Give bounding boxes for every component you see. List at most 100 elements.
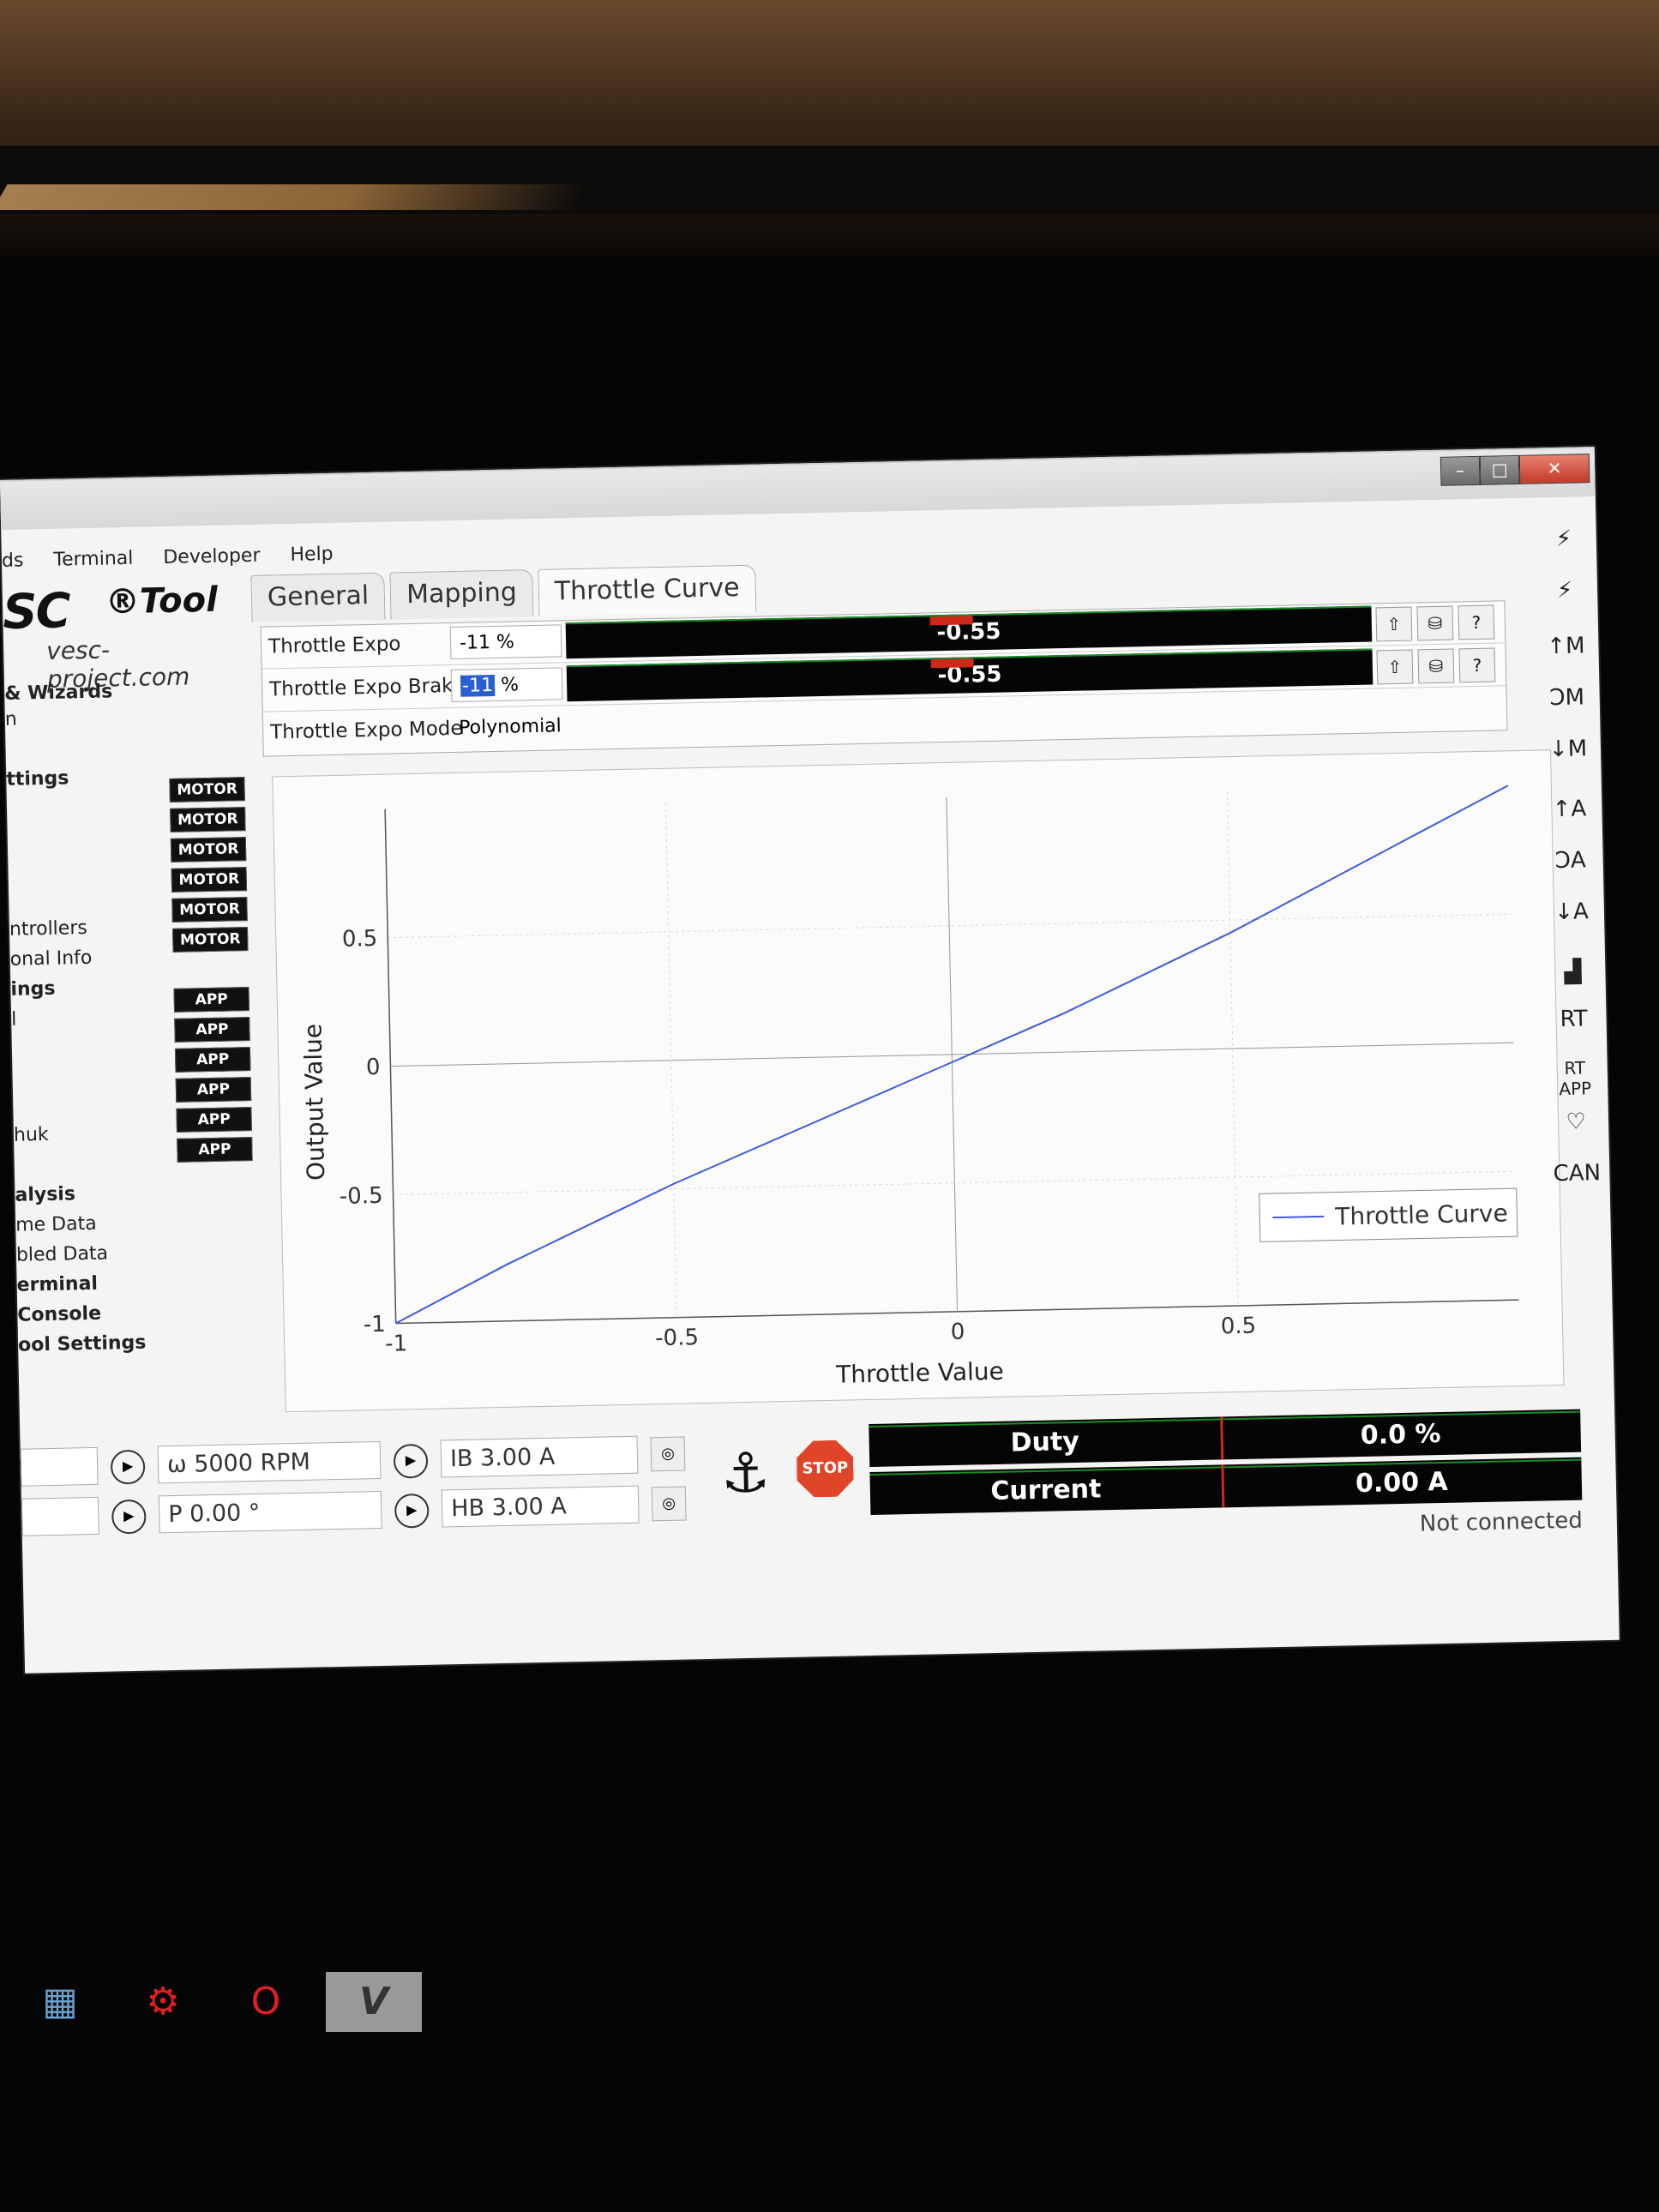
- calculator-icon[interactable]: ▦: [30, 1972, 90, 2032]
- title-bar: – □ ✕: [0, 448, 1596, 530]
- param-label: Throttle Expo Mode: [269, 717, 463, 744]
- sidebar-item-analysis[interactable]: alysis: [15, 1183, 75, 1205]
- sidebar-item-wizards[interactable]: & Wizards: [4, 681, 112, 705]
- sidebar-item-terminal[interactable]: erminal: [16, 1273, 98, 1296]
- app-badge: APP: [174, 1017, 250, 1043]
- play-icon[interactable]: ▶: [111, 1499, 147, 1535]
- app-badge: APP: [174, 1047, 251, 1073]
- tab-general[interactable]: General: [250, 572, 386, 622]
- y-tick-label: -1: [363, 1312, 386, 1338]
- motor-badge: MOTOR: [170, 837, 247, 863]
- write-app-config-icon[interactable]: ↓A: [1544, 899, 1600, 925]
- realtime-icon[interactable]: RT: [1546, 1006, 1602, 1032]
- connection-status: Not connected: [1419, 1507, 1584, 1537]
- write-motor-config-icon[interactable]: ↓M: [1541, 736, 1596, 762]
- opera-icon[interactable]: O: [236, 1972, 296, 2032]
- throttle-params-table: Throttle Expo -11 % -0.55 ⇧ ⛁ ? Throttle…: [260, 600, 1508, 757]
- y-tick-label: 0: [366, 1055, 381, 1080]
- upload-icon[interactable]: ⇧: [1376, 649, 1414, 685]
- current-value: 0.00 A: [1355, 1466, 1449, 1500]
- current-label: Current: [990, 1474, 1102, 1507]
- minimize-icon[interactable]: –: [1440, 455, 1481, 486]
- ib-spinbox[interactable]: IB 3.00 A: [440, 1435, 639, 1478]
- app-logo: SC ®Tool vesc-project.com: [2, 580, 236, 694]
- connect-icon[interactable]: ⚡: [1536, 526, 1592, 552]
- maximize-icon[interactable]: □: [1479, 454, 1520, 485]
- play-icon[interactable]: ▶: [393, 1443, 429, 1479]
- duty-label: Duty: [1010, 1426, 1080, 1458]
- motor-badge: MOTOR: [171, 867, 248, 893]
- x-tick-label: -1: [385, 1331, 408, 1357]
- position-spinbox[interactable]: P 0.00 °: [158, 1490, 382, 1534]
- read-app-config-icon[interactable]: ↑A: [1542, 796, 1597, 822]
- read-motor-config-icon[interactable]: ↑M: [1538, 633, 1594, 659]
- selected-text: -11: [460, 674, 496, 697]
- throttle-expo-brake-spinbox[interactable]: -11 %: [450, 667, 563, 703]
- sidebar-item-n[interactable]: n: [5, 709, 17, 730]
- expo-mode-select[interactable]: Polynomial: [452, 703, 888, 745]
- app-badge: APP: [173, 987, 250, 1013]
- sidebar-item-tool-settings[interactable]: ool Settings: [18, 1332, 147, 1356]
- play-icon[interactable]: ▶: [110, 1449, 146, 1485]
- motor-badge: MOTOR: [170, 807, 246, 833]
- sidebar-item-app-settings[interactable]: ings: [10, 978, 56, 1001]
- tab-mapping[interactable]: Mapping: [389, 569, 534, 620]
- sidebar-item-motor-settings[interactable]: ttings: [6, 767, 69, 790]
- help-icon[interactable]: ?: [1458, 604, 1495, 640]
- menu-item-help[interactable]: Help: [290, 544, 334, 566]
- chart-ticks: -1 -0.5 0 0.5 -1 -0.5 0 0.5: [340, 926, 1257, 1357]
- y-tick-label: -0.5: [340, 1183, 383, 1210]
- anchor-icon[interactable]: ⚓: [706, 1434, 785, 1513]
- brake-icon[interactable]: ◎: [650, 1436, 686, 1472]
- heart-icon[interactable]: ♡: [1548, 1109, 1604, 1135]
- menu-item-terminal[interactable]: Terminal: [53, 548, 133, 571]
- chart-legend: Throttle Curve: [1259, 1187, 1518, 1242]
- motor-badge: MOTOR: [171, 897, 248, 923]
- vesc-taskbar-icon[interactable]: V: [326, 1972, 422, 2032]
- duty-value: 0.0 %: [1360, 1419, 1441, 1452]
- help-icon[interactable]: ?: [1458, 647, 1496, 683]
- app-badge: APP: [177, 1137, 253, 1163]
- vesc-tool-window: – □ ✕ ds Terminal Developer Help SC ®Too…: [0, 447, 1620, 1674]
- rpm-spinbox[interactable]: ω 5000 RPM: [157, 1440, 382, 1484]
- tab-bar: General Mapping Throttle Curve: [250, 564, 761, 622]
- unit-text: %: [494, 674, 520, 696]
- app-badge: APP: [176, 1107, 252, 1133]
- handbrake-icon[interactable]: ◎: [651, 1486, 687, 1522]
- play-icon[interactable]: ▶: [394, 1493, 430, 1529]
- sidebar: & Wizards n ttings ntrollers onal Info i…: [4, 678, 278, 1455]
- defaults-icon[interactable]: ⛁: [1417, 648, 1455, 684]
- motor-badge: MOTOR: [169, 777, 245, 802]
- param-label: Throttle Expo: [267, 633, 401, 658]
- realtime-app-icon[interactable]: RT APP: [1548, 1057, 1603, 1099]
- menu-item-developer[interactable]: Developer: [163, 545, 261, 568]
- bars-icon[interactable]: ▟: [1545, 959, 1601, 985]
- menu-item-wizards[interactable]: ds: [2, 550, 24, 572]
- app-red-icon[interactable]: ⚙: [133, 1972, 193, 2032]
- current-meter: Current 0.00 A: [869, 1457, 1583, 1515]
- defaults-icon[interactable]: ⛁: [1416, 605, 1454, 641]
- read-default-app-icon[interactable]: ϽA: [1542, 847, 1598, 874]
- throttle-expo-spinbox[interactable]: -11 %: [449, 624, 562, 660]
- sidebar-item-l[interactable]: l: [11, 1009, 17, 1031]
- tab-throttle-curve[interactable]: Throttle Curve: [538, 564, 757, 616]
- upload-icon[interactable]: ⇧: [1375, 606, 1413, 642]
- disconnect-icon[interactable]: ⚡: [1537, 577, 1593, 604]
- read-default-motor-icon[interactable]: ϽM: [1539, 684, 1595, 711]
- sidebar-item-nunchuk[interactable]: huk: [14, 1124, 49, 1146]
- sidebar-item-console[interactable]: Console: [17, 1303, 101, 1326]
- stop-button[interactable]: STOP: [796, 1440, 854, 1497]
- throttle-curve-chart: -1 -0.5 0 0.5 -1 -0.5 0 0.5 Throttle Value Outp…: [272, 749, 1565, 1413]
- sidebar-item-realtime-data[interactable]: me Data: [15, 1213, 97, 1236]
- duty-spinbox[interactable]: [20, 1446, 99, 1487]
- sidebar-item-sampled-data[interactable]: bled Data: [16, 1243, 109, 1266]
- chart-axes: [384, 796, 1519, 1325]
- logo-mark: SC: [2, 583, 70, 640]
- x-axis-label: Throttle Value: [835, 1357, 1004, 1389]
- can-icon[interactable]: CAN: [1549, 1160, 1605, 1187]
- sidebar-item-controllers[interactable]: ntrollers: [9, 917, 87, 941]
- current-spinbox[interactable]: [21, 1496, 99, 1536]
- hb-spinbox[interactable]: HB 3.00 A: [441, 1485, 640, 1528]
- sidebar-item-additional-info[interactable]: onal Info: [9, 947, 92, 971]
- close-icon[interactable]: ✕: [1518, 454, 1590, 484]
